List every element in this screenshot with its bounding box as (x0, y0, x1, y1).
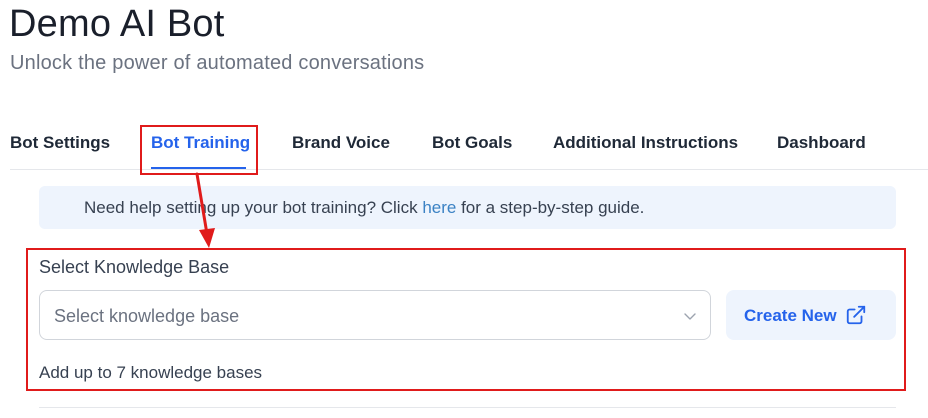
help-text-before: Need help setting up your bot training? … (84, 198, 423, 217)
tab-brand-voice[interactable]: Brand Voice (292, 133, 390, 153)
tab-additional-instructions[interactable]: Additional Instructions (553, 133, 738, 153)
page-subtitle: Unlock the power of automated conversati… (10, 52, 425, 74)
page-title: Demo AI Bot (9, 3, 225, 45)
help-banner: Need help setting up your bot training? … (39, 186, 896, 229)
tab-bot-goals[interactable]: Bot Goals (432, 133, 512, 153)
help-link[interactable]: here (422, 198, 456, 217)
annotation-highlight-tab (140, 125, 258, 175)
section-divider (39, 407, 896, 408)
tab-dashboard[interactable]: Dashboard (777, 133, 866, 153)
help-text-after: for a step-by-step guide. (456, 198, 645, 217)
annotation-highlight-section (26, 248, 906, 391)
tab-bot-settings[interactable]: Bot Settings (10, 133, 110, 153)
help-banner-text: Need help setting up your bot training? … (84, 198, 644, 218)
annotation-arrow-icon (195, 172, 215, 248)
